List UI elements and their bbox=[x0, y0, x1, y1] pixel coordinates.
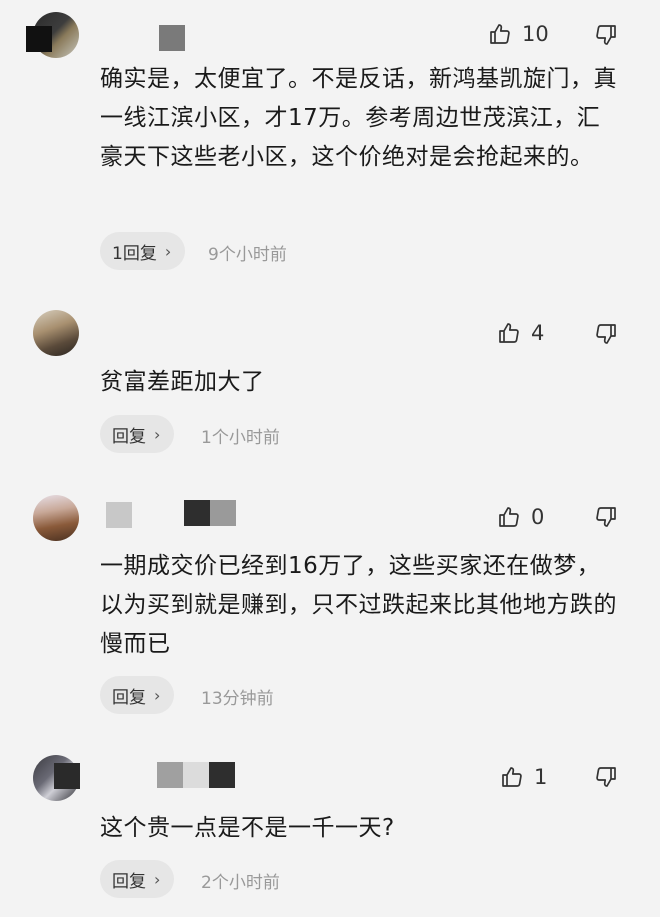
dislike-button[interactable] bbox=[594, 23, 618, 47]
like-button[interactable]: 10 bbox=[488, 22, 549, 46]
reply-label: 1回复 bbox=[112, 243, 157, 264]
timestamp: 9个小时前 bbox=[208, 245, 287, 265]
like-count: 1 bbox=[534, 765, 548, 789]
avatar[interactable] bbox=[33, 495, 79, 541]
reply-button[interactable]: 回复 › bbox=[100, 860, 175, 898]
thumbs-up-icon bbox=[500, 765, 524, 789]
comment-text: 一期成交价已经到16万了，这些买家还在做梦，以为买到就是赚到，只不过跌起来比其他… bbox=[100, 553, 617, 657]
thumbs-up-icon bbox=[488, 22, 512, 46]
comment-text: 确实是，太便宜了。不是反话，新鸿基凯旋门，真一线江滨小区，才17万。参考周边世茂… bbox=[100, 66, 617, 170]
username-mosaic[interactable] bbox=[26, 26, 52, 52]
avatar[interactable] bbox=[33, 310, 79, 356]
chevron-right-icon: › bbox=[154, 869, 161, 889]
thumbs-up-icon bbox=[497, 321, 521, 345]
thumbs-down-icon bbox=[594, 322, 618, 346]
reply-label: 回复 bbox=[112, 687, 146, 708]
comment-text: 这个贵一点是不是一千一天? bbox=[100, 815, 395, 841]
chevron-right-icon: › bbox=[154, 424, 161, 444]
chevron-right-icon: › bbox=[164, 241, 172, 261]
username-mosaic[interactable] bbox=[106, 502, 132, 528]
dislike-button[interactable] bbox=[594, 505, 618, 529]
thumbs-down-icon bbox=[594, 23, 618, 47]
username-mosaic[interactable] bbox=[159, 25, 185, 51]
reply-label: 回复 bbox=[112, 426, 146, 447]
username-mosaic[interactable] bbox=[157, 762, 235, 788]
reply-button[interactable]: 1回复 › bbox=[100, 232, 186, 270]
like-count: 10 bbox=[522, 22, 549, 46]
username-mosaic[interactable] bbox=[54, 763, 80, 789]
thumbs-down-icon bbox=[594, 765, 618, 789]
reply-label: 回复 bbox=[112, 871, 146, 892]
dislike-button[interactable] bbox=[594, 322, 618, 346]
thumbs-down-icon bbox=[594, 505, 618, 529]
like-button[interactable]: 1 bbox=[500, 765, 547, 789]
timestamp: 2个小时前 bbox=[201, 873, 280, 893]
like-count: 0 bbox=[531, 505, 545, 529]
timestamp: 13分钟前 bbox=[201, 689, 274, 709]
timestamp: 1个小时前 bbox=[201, 428, 280, 448]
like-count: 4 bbox=[531, 321, 545, 345]
chevron-right-icon: › bbox=[154, 685, 161, 705]
username-mosaic[interactable] bbox=[184, 500, 236, 526]
like-button[interactable]: 4 bbox=[497, 321, 544, 345]
thumbs-up-icon bbox=[497, 505, 521, 529]
like-button[interactable]: 0 bbox=[497, 505, 544, 529]
comment-text: 贫富差距加大了 bbox=[100, 369, 265, 395]
reply-button[interactable]: 回复 › bbox=[100, 676, 175, 714]
dislike-button[interactable] bbox=[594, 765, 618, 789]
reply-button[interactable]: 回复 › bbox=[100, 415, 175, 453]
